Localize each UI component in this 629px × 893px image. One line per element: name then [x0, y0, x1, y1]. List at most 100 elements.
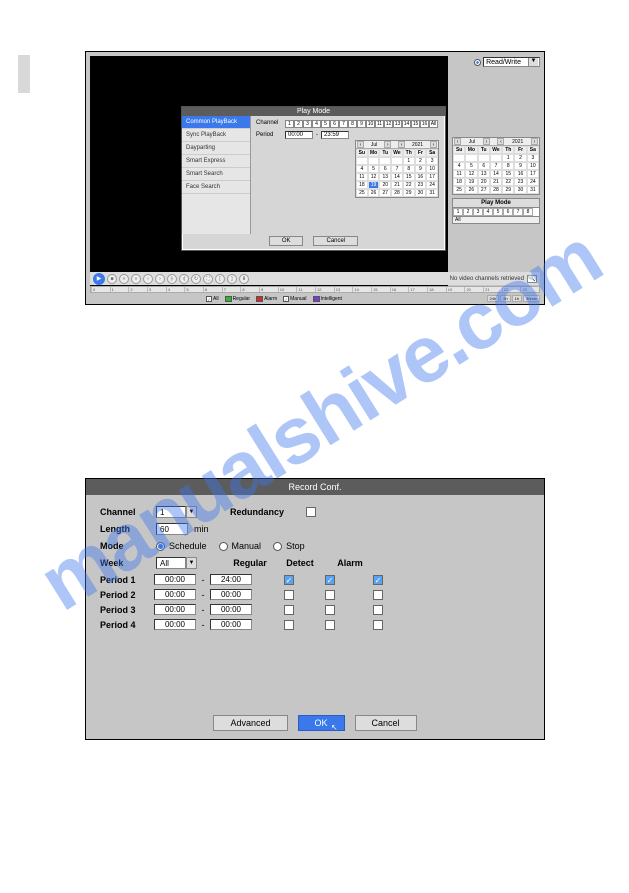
cal-day[interactable]: 30	[415, 189, 427, 197]
list-item[interactable]: 9	[514, 162, 526, 170]
channel-box[interactable]: 5	[321, 120, 330, 128]
alarm-checkbox[interactable]	[373, 620, 383, 630]
channel-box[interactable]: 15	[411, 120, 420, 128]
cal-day[interactable]: 24	[426, 181, 438, 189]
list-item[interactable]	[453, 154, 465, 162]
list-item[interactable]: 3	[473, 208, 483, 216]
cal-next-month-icon[interactable]: ›	[483, 138, 490, 145]
play-mode-mini-all[interactable]: All	[452, 217, 540, 224]
cal-day[interactable]: 28	[391, 189, 403, 197]
play-mode-mini-channels[interactable]: 12345678	[452, 207, 540, 217]
week-select[interactable]: All ▼	[156, 557, 186, 569]
cancel-button[interactable]: Cancel	[355, 715, 417, 731]
channel-box[interactable]: 2	[294, 120, 303, 128]
cal-day[interactable]: 12	[368, 173, 380, 181]
period-to-input[interactable]: 00:00	[210, 589, 252, 600]
list-item[interactable]: 27	[478, 186, 490, 194]
detect-checkbox[interactable]	[325, 590, 335, 600]
list-item[interactable]: We	[490, 146, 502, 154]
period-to-input[interactable]: 23:59	[321, 131, 349, 139]
period-from-input[interactable]: 00:00	[154, 619, 196, 630]
channel-box[interactable]: 6	[330, 120, 339, 128]
channel-box[interactable]: 10	[366, 120, 375, 128]
rewind-button[interactable]: «	[119, 274, 129, 284]
list-item[interactable]: 12	[465, 170, 477, 178]
cal-day[interactable]: 27	[379, 189, 391, 197]
alarm-checkbox[interactable]: ✓	[373, 575, 383, 585]
list-item[interactable]: 7	[490, 162, 502, 170]
list-item[interactable]: Th	[502, 146, 514, 154]
mini-cal-days[interactable]: 1234567891011121314151617181920212223242…	[356, 157, 438, 197]
list-item[interactable]: Th	[403, 149, 415, 157]
channel-box[interactable]: 11	[375, 120, 384, 128]
mini-cal-next-year-icon[interactable]: ›	[430, 141, 437, 148]
cal-day[interactable]: 10	[426, 165, 438, 173]
period-to-input[interactable]: 00:00	[210, 619, 252, 630]
cal-prev-month-icon[interactable]: ‹	[454, 138, 461, 145]
side-menu-item[interactable]: Face Search	[182, 181, 250, 194]
cal-day[interactable]: 3	[426, 157, 438, 165]
detect-checkbox[interactable]: ✓	[325, 575, 335, 585]
cal-day[interactable]	[368, 157, 380, 165]
channel-boxes[interactable]: 12345678910111213141516All	[285, 120, 440, 128]
list-item[interactable]: 6	[503, 208, 513, 216]
cal-day[interactable]: 16	[415, 173, 427, 181]
detect-checkbox[interactable]	[325, 620, 335, 630]
next-frame-button[interactable]: ›	[155, 274, 165, 284]
zoom-button[interactable]: 1h	[512, 295, 522, 302]
list-item[interactable]: Fr	[514, 146, 526, 154]
channel-box[interactable]: 14	[402, 120, 411, 128]
cal-day[interactable]: 23	[415, 181, 427, 189]
list-item[interactable]: 25	[453, 186, 465, 194]
mode-radio[interactable]	[156, 542, 165, 551]
list-item[interactable]: Mo	[465, 146, 477, 154]
list-item[interactable]: 23	[514, 178, 526, 186]
list-item[interactable]: 29	[502, 186, 514, 194]
all-checkbox[interactable]: ✓	[206, 296, 212, 302]
cal-day[interactable]: 11	[356, 173, 368, 181]
list-item[interactable]: Sa	[426, 149, 438, 157]
list-item[interactable]: 7	[513, 208, 523, 216]
cal-day[interactable]: 4	[356, 165, 368, 173]
detect-checkbox[interactable]	[325, 605, 335, 615]
cal-day[interactable]: 18	[356, 181, 368, 189]
list-item[interactable]: 28	[490, 186, 502, 194]
list-item[interactable]: 3	[527, 154, 539, 162]
channel-box[interactable]: 13	[393, 120, 402, 128]
list-item[interactable]: We	[391, 149, 403, 157]
zoom-button[interactable]: 30min	[523, 295, 540, 302]
cal-day[interactable]: 13	[379, 173, 391, 181]
list-item[interactable]: 5	[465, 162, 477, 170]
list-item[interactable]: 20	[478, 178, 490, 186]
cal-day[interactable]: 5	[368, 165, 380, 173]
cal-day[interactable]: 22	[403, 181, 415, 189]
list-item[interactable]: Su	[453, 146, 465, 154]
list-item[interactable]: 2	[514, 154, 526, 162]
list-item[interactable]: Tu	[379, 149, 391, 157]
readwrite-select[interactable]: Read/Write ▼	[483, 57, 540, 67]
loop-button[interactable]: ↻	[191, 274, 201, 284]
zoom-button[interactable]: 2h	[500, 295, 510, 302]
prev-file-button[interactable]: |‹	[167, 274, 177, 284]
list-item[interactable]: 11	[453, 170, 465, 178]
search-icon[interactable]: 🔍	[527, 275, 537, 283]
list-item[interactable]: 15	[502, 170, 514, 178]
cal-day[interactable]: 21	[391, 181, 403, 189]
channel-box[interactable]: 16	[420, 120, 429, 128]
mini-cal-prev-month-icon[interactable]: ‹	[357, 141, 364, 148]
channel-box[interactable]: 3	[303, 120, 312, 128]
cal-day[interactable]: 26	[368, 189, 380, 197]
prev-frame-button[interactable]: ‹	[143, 274, 153, 284]
regular-checkbox[interactable]: ✓	[284, 575, 294, 585]
period-from-input[interactable]: 00:00	[154, 604, 196, 615]
cal-day[interactable]: 6	[379, 165, 391, 173]
period-to-input[interactable]: 00:00	[210, 604, 252, 615]
cal-day[interactable]: 17	[426, 173, 438, 181]
mini-cal-next-month-icon[interactable]: ›	[384, 141, 391, 148]
cal-day[interactable]: 31	[426, 189, 438, 197]
stop-button[interactable]: ■	[107, 274, 117, 284]
cal-day[interactable]	[356, 157, 368, 165]
ok-button[interactable]: OK	[269, 236, 304, 246]
alarm-checkbox[interactable]	[373, 590, 383, 600]
list-item[interactable]: 13	[478, 170, 490, 178]
